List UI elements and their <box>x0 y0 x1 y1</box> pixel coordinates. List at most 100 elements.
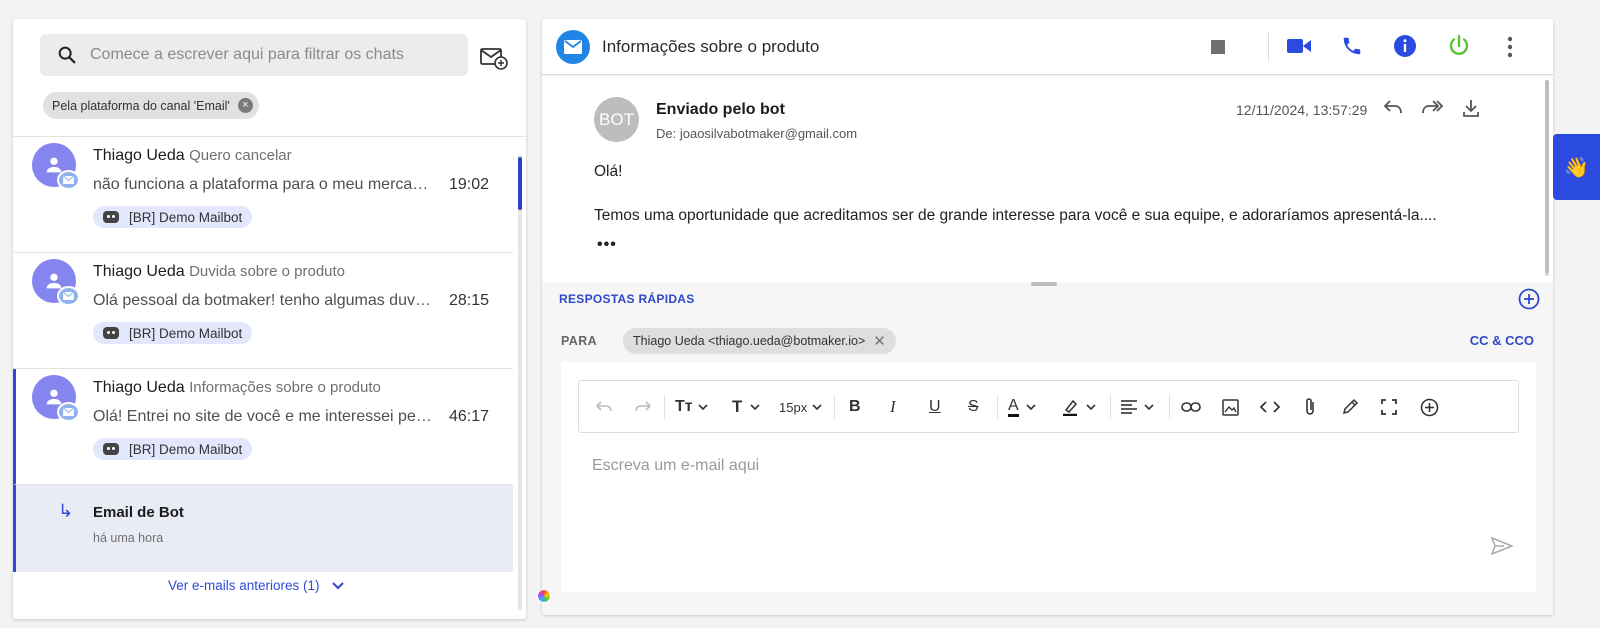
chat-contact-name: Thiago Ueda <box>93 263 185 280</box>
font-size-select[interactable]: 15px <box>779 397 822 417</box>
text-color-icon[interactable]: A <box>1008 397 1036 417</box>
envelope-icon <box>63 176 74 184</box>
remove-filter-icon[interactable]: × <box>237 98 253 113</box>
strikethrough-icon[interactable]: S <box>968 397 979 417</box>
remove-recipient-icon[interactable]: ✕ <box>873 332 886 350</box>
email-body-input[interactable]: Escreva um e-mail aqui <box>592 457 759 475</box>
chat-list-panel: Comece a escrever aqui para filtrar os c… <box>13 19 526 619</box>
color-wheel-icon[interactable] <box>537 589 551 603</box>
undo-icon[interactable] <box>596 397 612 417</box>
chat-list: Thiago Ueda Quero cancelar não funciona … <box>13 137 513 572</box>
sub-thread-time: há uma hora <box>93 531 164 545</box>
chevron-down-icon <box>331 581 344 589</box>
reply-icon[interactable] <box>1383 99 1403 115</box>
editor-toolbar: Tт T 15px B I U S A <box>578 380 1519 433</box>
chat-time: 46:17 <box>448 408 489 425</box>
signature-pen-icon[interactable] <box>1341 397 1359 417</box>
scrollbar-thumb[interactable] <box>1545 80 1549 273</box>
chat-list-scrollbar[interactable] <box>518 155 522 610</box>
underline-icon[interactable]: U <box>929 397 941 417</box>
info-icon[interactable] <box>1393 34 1417 58</box>
highlight-color-icon[interactable] <box>1062 397 1096 417</box>
bot-name: [BR] Demo Mailbot <box>129 441 243 457</box>
chat-subject: Duvida sobre o produto <box>189 263 346 280</box>
resize-handle[interactable] <box>1031 282 1057 286</box>
recipient-chip[interactable]: Thiago Ueda <thiago.ueda@botmaker.io> ✕ <box>623 328 896 354</box>
bot-chip: [BR] Demo Mailbot <box>93 322 253 344</box>
scrollbar-thumb[interactable] <box>518 157 522 210</box>
message-date: 12/11/2024, 13:57:29 <box>1236 102 1368 118</box>
chat-subject: Quero cancelar <box>189 147 292 164</box>
align-icon[interactable] <box>1121 397 1154 417</box>
email-message: BOT Enviado pelo bot De: joaosilvabotmak… <box>542 76 1553 282</box>
chat-title: Thiago Ueda Duvida sobre o produto <box>93 263 345 281</box>
text-style-icon[interactable]: Tт <box>675 397 708 417</box>
code-icon[interactable] <box>1260 397 1280 417</box>
attachment-icon[interactable] <box>1303 397 1317 417</box>
conversation-panel: Informações sobre o produto BOT Enviado … <box>542 19 1553 615</box>
add-circle-icon[interactable] <box>1518 288 1540 310</box>
divider <box>1110 395 1111 419</box>
fullscreen-icon[interactable] <box>1381 397 1397 417</box>
chat-subject: Informações sobre o produto <box>189 379 381 396</box>
chat-title: Thiago Ueda Quero cancelar <box>93 147 292 165</box>
bot-name: [BR] Demo Mailbot <box>129 209 243 225</box>
cc-bcc-button[interactable]: CC & CCO <box>1470 333 1534 348</box>
email-channel-icon <box>556 30 590 64</box>
robot-icon <box>103 443 119 455</box>
envelope-icon <box>63 408 74 416</box>
filter-chip[interactable]: Pela plataforma do canal 'Email' × <box>43 92 259 119</box>
send-icon[interactable] <box>1491 537 1513 555</box>
chat-item-selected[interactable]: Thiago Ueda Informações sobre o produto … <box>13 369 513 485</box>
chat-item[interactable]: Thiago Ueda Quero cancelar não funciona … <box>13 137 513 253</box>
redo-icon[interactable] <box>635 397 651 417</box>
link-icon[interactable] <box>1181 397 1201 417</box>
italic-icon[interactable]: I <box>890 397 896 417</box>
bot-chip: [BR] Demo Mailbot <box>93 438 253 460</box>
older-emails-link[interactable]: Ver e-mails anteriores (1) <box>168 578 344 593</box>
message-scrollbar[interactable] <box>1545 80 1549 276</box>
conversation-title: Informações sobre o produto <box>602 37 820 56</box>
quick-replies-label[interactable]: RESPOSTAS RÁPIDAS <box>559 292 695 306</box>
search-input[interactable]: Comece a escrever aqui para filtrar os c… <box>40 34 468 76</box>
bot-avatar: BOT <box>594 97 639 142</box>
email-channel-badge <box>57 286 80 306</box>
insert-more-icon[interactable] <box>1420 397 1439 417</box>
sub-thread-item[interactable]: ↳ Email de Bot há uma hora <box>13 485 513 572</box>
waving-hand-icon: 👋 <box>1564 156 1589 179</box>
phone-icon[interactable] <box>1341 35 1363 57</box>
email-channel-badge <box>57 402 80 422</box>
chat-time: 28:15 <box>448 292 489 309</box>
download-icon[interactable] <box>1462 99 1480 117</box>
wave-hand-widget-button[interactable]: 👋 <box>1553 134 1600 200</box>
chat-title: Thiago Ueda Informações sobre o produto <box>93 379 381 397</box>
divider <box>997 395 998 419</box>
new-email-icon[interactable] <box>479 45 509 71</box>
search-placeholder: Comece a escrever aqui para filtrar os c… <box>90 46 404 63</box>
image-icon[interactable] <box>1222 397 1239 417</box>
filter-chip-label: Pela plataforma do canal 'Email' <box>52 98 230 113</box>
more-vertical-icon[interactable] <box>1506 36 1514 58</box>
envelope-icon <box>63 292 74 300</box>
show-more-button[interactable]: ••• <box>597 236 617 254</box>
bold-icon[interactable]: B <box>849 397 861 417</box>
chat-contact-name: Thiago Ueda <box>93 379 185 396</box>
divider <box>664 395 665 419</box>
conversation-header: Informações sobre o produto <box>542 19 1553 75</box>
message-body-line: Temos uma oportunidade que acreditamos s… <box>594 207 1437 224</box>
search-icon <box>58 46 76 64</box>
bot-name: [BR] Demo Mailbot <box>129 325 243 341</box>
divider <box>1268 33 1269 61</box>
sub-thread-title: Email de Bot <box>93 504 184 521</box>
subdirectory-arrow-icon: ↳ <box>58 501 74 521</box>
video-call-icon[interactable] <box>1287 36 1311 56</box>
chat-preview: Olá! Entrei no site de você e me interes… <box>93 408 433 425</box>
reply-all-forward-icon[interactable] <box>1421 99 1443 115</box>
font-family-icon[interactable]: T <box>732 397 760 417</box>
power-icon[interactable] <box>1447 34 1471 58</box>
divider <box>834 395 835 419</box>
chat-item[interactable]: Thiago Ueda Duvida sobre o produto Olá p… <box>13 253 513 369</box>
chat-preview: não funciona a plataforma para o meu mer… <box>93 176 433 193</box>
stop-icon[interactable] <box>1210 39 1226 55</box>
older-emails-label: Ver e-mails anteriores (1) <box>168 578 320 593</box>
